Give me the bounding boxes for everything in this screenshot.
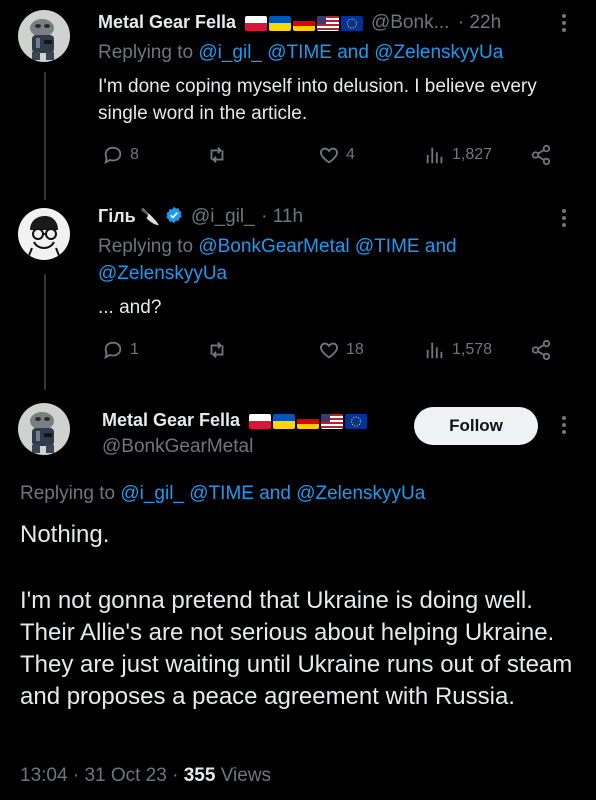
- follow-button[interactable]: Follow: [414, 407, 538, 445]
- germany-flag-icon: [296, 414, 319, 430]
- tweet-header: Гіль 🔪 @i_gil_ · 11h: [98, 206, 303, 229]
- tweet-text-paragraph: I'm not gonna pretend that Ukraine is do…: [20, 587, 573, 710]
- retweet-button[interactable]: [206, 339, 228, 361]
- mention-link[interactable]: @i_gil_ @TIME: [198, 42, 332, 63]
- avatar[interactable]: [18, 10, 70, 62]
- verified-badge-icon: [165, 206, 183, 229]
- tweet-text: I'm done coping myself into delusion. I …: [98, 76, 537, 124]
- thread-line: [44, 72, 46, 200]
- replying-to: Replying to @i_gil_ @TIME and @Zelenskyy…: [98, 42, 504, 63]
- reply-button[interactable]: 1: [102, 339, 139, 361]
- mention-link[interactable]: @ZelenskyyUa: [374, 42, 503, 63]
- knife-emoji: 🔪: [140, 209, 161, 226]
- share-icon: [531, 339, 551, 361]
- share-button[interactable]: [530, 144, 552, 166]
- like-count: 4: [346, 146, 355, 163]
- reply-button[interactable]: 8: [102, 144, 139, 166]
- retweet-icon: [210, 147, 224, 163]
- heart-icon: [320, 147, 338, 164]
- tweet-text-paragraph: Nothing.: [20, 521, 110, 548]
- display-name[interactable]: Metal Gear Fella: [98, 12, 236, 32]
- mention-link[interactable]: @ZelenskyyUa: [98, 263, 227, 284]
- retweet-icon: [210, 342, 224, 358]
- eu-flag-icon: [340, 16, 363, 32]
- view-count: 1,827: [452, 146, 493, 163]
- mention-link[interactable]: @BonkGearMetal @TIME: [198, 236, 419, 257]
- tweet-header: Metal Gear Fella @Bonk... · 22h: [98, 12, 501, 34]
- display-name[interactable]: Metal Gear Fella: [102, 410, 240, 430]
- retweet-button[interactable]: [206, 144, 228, 166]
- view-count: 1,578: [452, 341, 493, 358]
- like-button[interactable]: 18: [318, 339, 364, 361]
- eu-flag-icon: [344, 414, 367, 430]
- flag-emojis: [248, 414, 367, 430]
- mention-link[interactable]: @i_gil_ @TIME: [120, 483, 254, 504]
- ukraine-flag-icon: [268, 16, 291, 32]
- avatar[interactable]: [18, 403, 70, 455]
- views-icon: [426, 147, 443, 164]
- more-options-icon[interactable]: [562, 416, 566, 437]
- tweet-text: ... and?: [98, 297, 162, 318]
- share-button[interactable]: [530, 339, 552, 361]
- replying-to-continued: @ZelenskyyUa: [98, 263, 227, 285]
- like-count: 18: [346, 341, 364, 358]
- replying-to: Replying to @i_gil_ @TIME and @Zelenskyy…: [20, 483, 426, 504]
- like-button[interactable]: 4: [318, 144, 355, 166]
- mention-link[interactable]: @ZelenskyyUa: [296, 483, 425, 504]
- views-icon: [426, 342, 443, 359]
- thread-line: [44, 274, 46, 390]
- handle[interactable]: @BonkGearMetal: [102, 436, 253, 458]
- views-count: 355: [183, 765, 216, 786]
- usa-flag-icon: [316, 16, 339, 32]
- ukraine-flag-icon: [272, 414, 295, 430]
- reply-count: 1: [130, 341, 139, 358]
- tweet-meta: 13:04 · 31 Oct 23 · 355 Views: [20, 765, 272, 786]
- display-name[interactable]: Гіль: [98, 206, 136, 226]
- views-button[interactable]: 1,827: [424, 144, 492, 166]
- handle[interactable]: @Bonk...: [371, 12, 449, 33]
- views-label: Views: [220, 765, 272, 786]
- handle[interactable]: @i_gil_: [191, 206, 255, 227]
- tweet-time[interactable]: 13:04: [20, 765, 68, 786]
- replying-to: Replying to @BonkGearMetal @TIME and: [98, 236, 457, 257]
- author-header: Metal Gear Fella: [102, 410, 367, 431]
- more-options-icon[interactable]: [562, 209, 566, 230]
- timestamp[interactable]: · 11h: [261, 206, 303, 227]
- timestamp[interactable]: · 22h: [458, 12, 501, 33]
- more-options-icon[interactable]: [562, 14, 566, 35]
- usa-flag-icon: [320, 414, 343, 430]
- reply-icon: [104, 341, 122, 360]
- reply-count: 8: [130, 146, 139, 163]
- share-icon: [531, 144, 551, 166]
- reply-icon: [104, 146, 122, 165]
- poland-flag-icon: [244, 16, 267, 32]
- tweet-date[interactable]: 31 Oct 23: [84, 765, 166, 786]
- avatar[interactable]: [18, 208, 70, 260]
- views-button[interactable]: 1,578: [424, 339, 492, 361]
- heart-icon: [320, 342, 338, 359]
- flag-emojis: [244, 16, 363, 32]
- germany-flag-icon: [292, 16, 315, 32]
- poland-flag-icon: [248, 414, 271, 430]
